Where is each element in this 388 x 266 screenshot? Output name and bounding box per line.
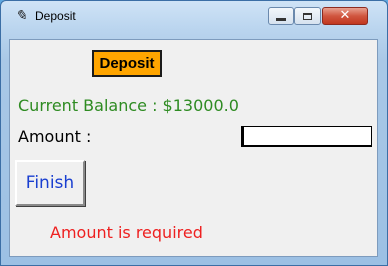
error-message: Amount is required bbox=[50, 223, 203, 242]
maximize-button[interactable] bbox=[294, 7, 321, 25]
amount-input[interactable] bbox=[241, 126, 372, 147]
deposit-heading: Deposit bbox=[92, 50, 162, 77]
finish-button[interactable]: Finish bbox=[15, 160, 85, 206]
minimize-icon bbox=[276, 17, 286, 21]
maximize-icon bbox=[303, 12, 312, 20]
close-button[interactable]: ✕ bbox=[322, 7, 368, 25]
close-icon: ✕ bbox=[339, 8, 351, 23]
title-bar[interactable]: ✎ Deposit ✕ bbox=[1, 1, 387, 31]
minimize-button[interactable] bbox=[268, 7, 294, 25]
deposit-window: ✎ Deposit ✕ Deposit Current Balance : $1… bbox=[0, 0, 388, 266]
feather-icon: ✎ bbox=[15, 8, 27, 24]
current-balance-label: Current Balance : $13000.0 bbox=[18, 96, 239, 115]
form-area: Deposit Current Balance : $13000.0 Amoun… bbox=[9, 39, 378, 257]
amount-label: Amount : bbox=[18, 127, 92, 146]
window-title: Deposit bbox=[35, 9, 76, 23]
